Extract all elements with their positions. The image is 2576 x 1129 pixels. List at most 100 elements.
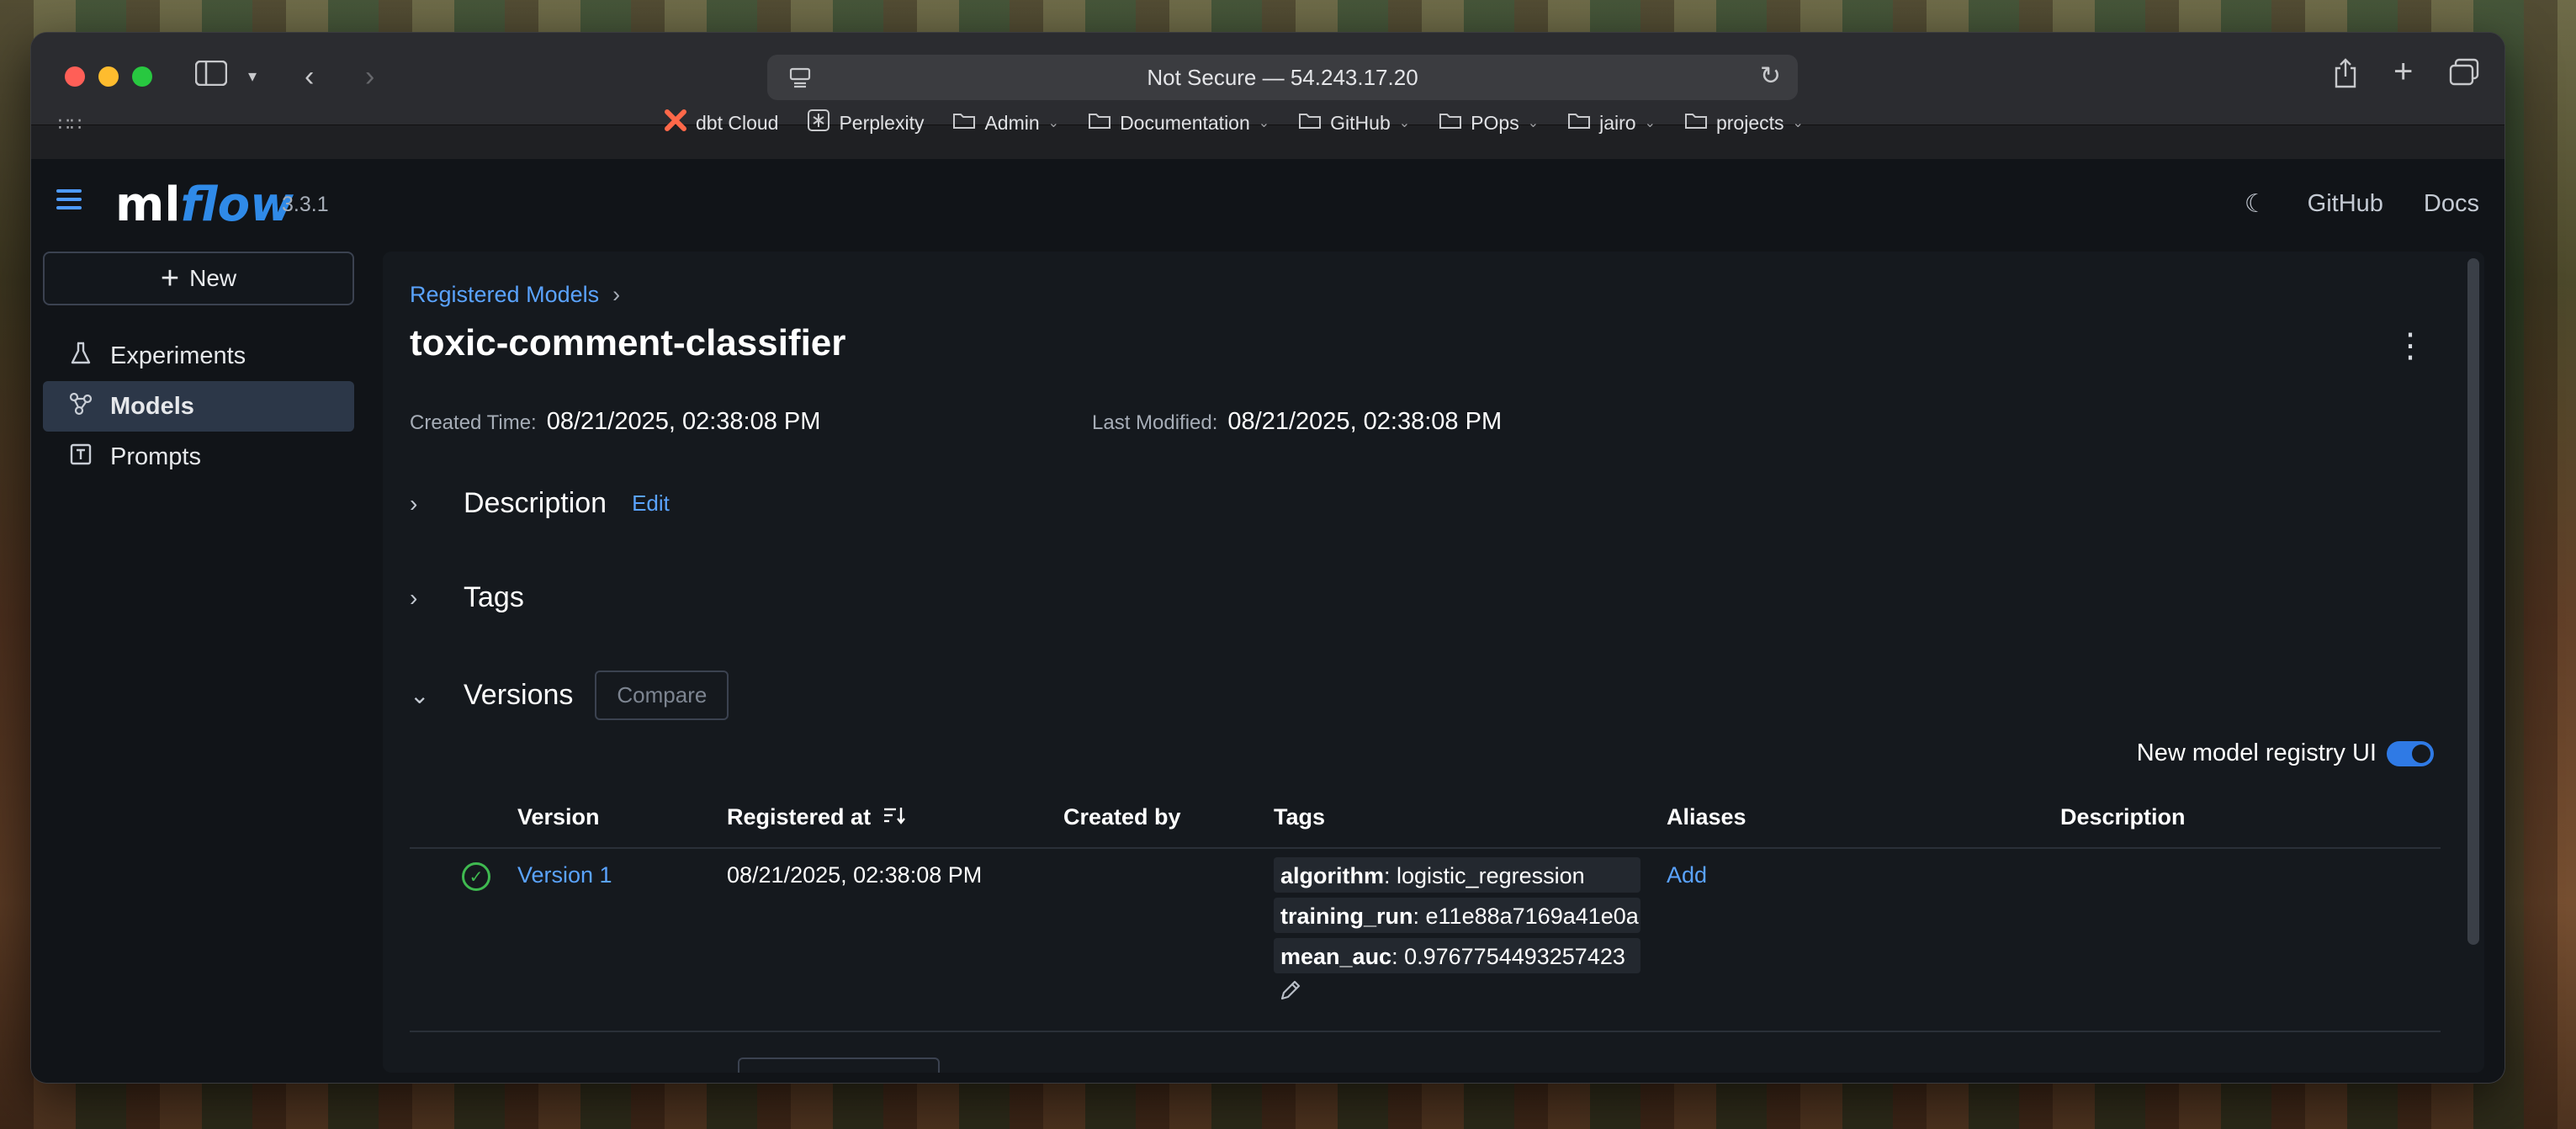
- chevron-right-icon[interactable]: ›: [410, 490, 433, 517]
- compare-button[interactable]: Compare: [595, 671, 729, 720]
- add-alias-link[interactable]: Add: [1667, 862, 1707, 888]
- minimize-window-button[interactable]: [98, 66, 119, 87]
- new-tab-plus-icon[interactable]: +: [2393, 53, 2413, 90]
- github-link[interactable]: GitHub: [2308, 190, 2383, 218]
- chevron-down-icon[interactable]: ⌄: [410, 681, 433, 709]
- header-registered-at[interactable]: Registered at: [727, 804, 906, 830]
- folder-icon: [952, 111, 976, 135]
- address-bar[interactable]: Not Secure — 54.243.17.20 ↻: [767, 55, 1798, 100]
- sidebar-item-models[interactable]: Models: [43, 381, 354, 432]
- bookmark-label: projects: [1715, 111, 1784, 134]
- registered-at-value: 08/21/2025, 02:38:08 PM: [727, 862, 983, 888]
- top-navigation: mlflow 3.3.1 ☾ GitHub Docs: [31, 159, 2504, 252]
- sidebar-item-label: Models: [110, 392, 194, 420]
- logo-flow-text: flow: [180, 178, 294, 232]
- docs-link[interactable]: Docs: [2424, 190, 2479, 218]
- tag-key: training_run: [1280, 904, 1413, 929]
- chevron-right-icon[interactable]: ›: [410, 585, 433, 612]
- chevron-down-icon: ⌄: [1047, 116, 1060, 130]
- sidebar-item-label: Prompts: [110, 443, 201, 470]
- share-icon[interactable]: [2333, 58, 2358, 98]
- bookmark-admin[interactable]: Admin ⌄: [952, 111, 1059, 135]
- model-detail-panel: Registered Models › toxic-comment-classif…: [383, 252, 2484, 1073]
- sidebar-toggle-icon[interactable]: [194, 58, 228, 95]
- chevron-down-icon: ⌄: [1644, 116, 1656, 130]
- tag-value: 0.9767754493257423: [1404, 944, 1625, 969]
- bookmark-documentation[interactable]: Documentation ⌄: [1088, 111, 1269, 135]
- description-section[interactable]: › Description Edit: [410, 487, 670, 520]
- sidebar: + New Experiments Models Prompts: [43, 252, 354, 482]
- plus-icon: +: [160, 260, 180, 296]
- bookmark-label: POps: [1471, 111, 1519, 134]
- mlflow-logo[interactable]: mlflow: [115, 178, 294, 232]
- bookmark-label: jairo: [1599, 111, 1636, 134]
- chevron-down-icon: ⌄: [1258, 116, 1270, 130]
- edit-description-link[interactable]: Edit: [632, 490, 670, 517]
- last-modified-value: 08/21/2025, 02:38:08 PM: [1227, 408, 1503, 435]
- close-window-button[interactable]: [65, 66, 85, 87]
- menu-icon[interactable]: [56, 189, 82, 209]
- pagination-control[interactable]: [738, 1057, 940, 1073]
- new-button[interactable]: + New: [43, 252, 354, 305]
- prompt-icon: [68, 443, 93, 471]
- last-modified-label: Last Modified:: [1092, 411, 1218, 434]
- bookmark-pops[interactable]: POps ⌄: [1439, 111, 1539, 135]
- more-options-icon[interactable]: ⋮: [2393, 329, 2427, 363]
- flask-icon: [68, 342, 93, 371]
- chevron-down-icon: ⌄: [1398, 116, 1411, 130]
- header-aliases: Aliases: [1667, 803, 1746, 830]
- site-settings-icon[interactable]: [787, 65, 813, 90]
- tags-section[interactable]: › Tags: [410, 581, 524, 614]
- table-header: Version Registered at Created by Tags Al…: [410, 787, 2441, 849]
- bookmark-github[interactable]: GitHub ⌄: [1298, 111, 1410, 135]
- forward-arrow-icon[interactable]: ›: [365, 58, 374, 95]
- tag-chip: mean_auc: 0.9767754493257423: [1274, 938, 1640, 973]
- browser-toolbar: ▾ ‹ › Not Secure — 54.243.17.20 ↻ + ∷∷ d…: [31, 33, 2504, 135]
- folder-icon: [1684, 111, 1708, 135]
- logo-ml-text: ml: [115, 178, 181, 232]
- version-link[interactable]: Version 1: [517, 862, 612, 888]
- bookmark-dbt-cloud[interactable]: dbt Cloud: [664, 109, 778, 137]
- sidebar-item-prompts[interactable]: Prompts: [43, 432, 354, 482]
- created-time: Created Time: 08/21/2025, 02:38:08 PM: [410, 408, 820, 436]
- created-time-value: 08/21/2025, 02:38:08 PM: [546, 408, 821, 435]
- tag-chip: training_run: e11e88a7169a41e0a: [1274, 898, 1640, 933]
- nav-right: ☾ GitHub Docs: [2245, 189, 2479, 219]
- back-arrow-icon[interactable]: ‹: [305, 58, 314, 95]
- tag-value: e11e88a7169a41e0a: [1425, 904, 1639, 929]
- bookmark-projects[interactable]: projects ⌄: [1684, 111, 1804, 135]
- sidebar-item-label: Experiments: [110, 342, 246, 369]
- reload-icon[interactable]: ↻: [1760, 61, 1781, 91]
- page-title: toxic-comment-classifier: [410, 322, 846, 363]
- moon-icon[interactable]: ☾: [2245, 189, 2267, 219]
- table-row: ✓ Version 1 08/21/2025, 02:38:08 PM algo…: [410, 849, 2441, 1032]
- tag-key: algorithm: [1280, 863, 1385, 888]
- description-heading: Description: [464, 487, 607, 519]
- pencil-icon[interactable]: [1279, 978, 1640, 1008]
- header-description: Description: [2060, 803, 2186, 830]
- tab-overview-icon[interactable]: [2449, 58, 2479, 96]
- header-version: Version: [517, 803, 600, 830]
- new-button-label: New: [189, 265, 237, 291]
- zoom-window-button[interactable]: [132, 66, 152, 87]
- new-registry-ui-toggle[interactable]: [2387, 740, 2434, 766]
- perplexity-icon: [807, 109, 830, 137]
- breadcrumb: Registered Models ›: [410, 282, 620, 308]
- url-text: Not Secure — 54.243.17.20: [1147, 64, 1418, 90]
- chevron-down-icon[interactable]: ▾: [248, 58, 257, 95]
- versions-table: Version Registered at Created by Tags Al…: [410, 787, 2441, 1032]
- bookmark-jairo[interactable]: jairo ⌄: [1567, 111, 1656, 135]
- breadcrumb-registered-models[interactable]: Registered Models: [410, 282, 599, 307]
- bookmark-perplexity[interactable]: Perplexity: [807, 109, 924, 137]
- folder-icon: [1088, 111, 1111, 135]
- bookmark-label: Documentation: [1120, 111, 1250, 134]
- created-time-label: Created Time:: [410, 411, 537, 434]
- sidebar-item-experiments[interactable]: Experiments: [43, 331, 354, 381]
- scrollbar[interactable]: [2467, 258, 2479, 945]
- versions-heading: Versions: [464, 679, 574, 711]
- chevron-down-icon: ⌄: [1527, 116, 1540, 130]
- header-registered-label: Registered at: [727, 803, 872, 830]
- sort-icon[interactable]: [883, 804, 906, 830]
- versions-section[interactable]: ⌄ Versions Compare: [410, 671, 729, 720]
- tag-key: mean_auc: [1280, 944, 1392, 969]
